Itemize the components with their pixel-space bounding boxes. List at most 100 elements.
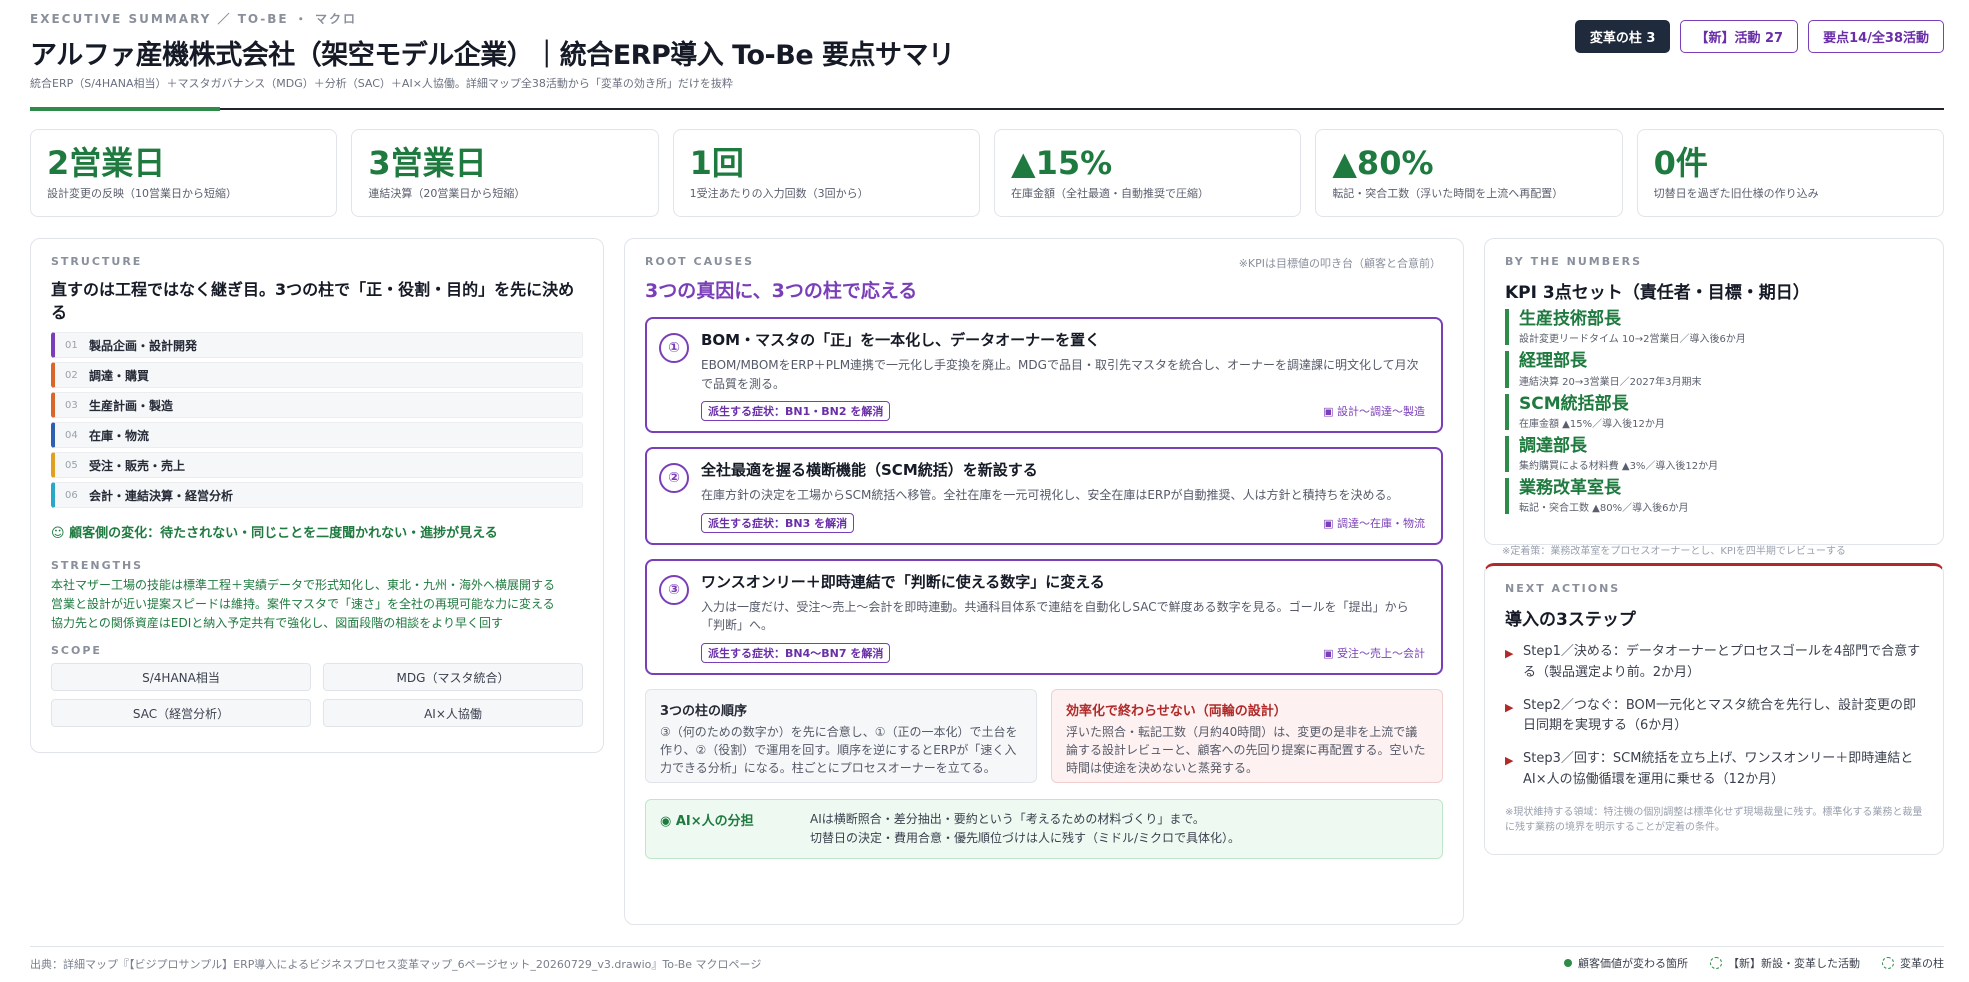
- pillar-number: ①: [659, 333, 689, 363]
- kpi-strip: 2営業日設計変更の反映（10営業日から短縮） 3営業日連結決算（20営業日から短…: [30, 129, 1944, 217]
- step-text: Step2／つなぐ：BOM一元化とマスタ統合を先行し、設計変更の即日同期を実現す…: [1523, 697, 1917, 734]
- pillar-title: 全社最適を握る横断機能（SCM統括）を新設する: [701, 461, 1038, 480]
- badge-new-activities[interactable]: 【新】活動 27: [1680, 20, 1799, 53]
- pillar-order-title: 3つの柱の順序: [660, 703, 748, 719]
- header-divider-accent: [30, 107, 220, 111]
- pillar-order-box: 3つの柱の順序 ③（何のための数字か）を先に合意し、①（正の一本化）で土台を作り…: [645, 688, 1037, 783]
- scope-grid: S/4HANA相当 MDG（マスタ統合） SAC（経営分析） AI×人協働: [51, 663, 583, 728]
- kpi-label: 在庫金額（全社最適・自動推奨で圧縮）: [1010, 187, 1209, 201]
- ai-division-text: AIは横断照合・差分抽出・要約という「考えるための材料づくり」まで。 切替日の決…: [810, 810, 1240, 848]
- process-name: 受注・販売・売上: [89, 458, 186, 473]
- kpi-value: 3営業日: [368, 144, 487, 182]
- legend-item: 顧客価値が変わる箇所: [1564, 955, 1688, 971]
- kpi-owner: 業務改革室長転記・突合工数 ▲80%／導入後6か月: [1505, 478, 1923, 515]
- kpi-owner: SCM統括部長 在庫金額 ▲15%／導入後12か月: [1505, 393, 1923, 430]
- process-item[interactable]: 02 調達・購買: [51, 362, 583, 389]
- step-text: Step1／決める：データオーナーとプロセスゴールを4部門で合意する（製品選定よ…: [1523, 644, 1921, 680]
- ai-division-line: AIは横断照合・差分抽出・要約という「考えるための材料づくり」まで。: [810, 811, 1205, 826]
- kpi-note: ※KPIは目標値の叩き台（顧客と合意前）: [1238, 257, 1441, 270]
- kpi-card: ▲15% 在庫金額（全社最適・自動推奨で圧縮）: [993, 129, 1302, 217]
- footer-divider: [30, 946, 1944, 947]
- scope-item[interactable]: AI×人協働: [323, 699, 583, 728]
- pillar-card-2[interactable]: ② 全社最適を握る横断機能（SCM統括）を新設する 在庫方針の決定を工場からSC…: [645, 447, 1443, 545]
- dual-design-title: 効率化で終わらせない（両輪の設計）: [1066, 703, 1287, 719]
- header-divider: [30, 108, 1944, 110]
- kpi-value: 2営業日: [47, 144, 166, 182]
- page-subtitle: 統合ERP（S/4HANA相当）＋マスタガバナンス（MDG）＋分析（SAC）＋A…: [30, 77, 733, 90]
- step-item[interactable]: ▶ Step1／決める：データオーナーとプロセスゴールを4部門で合意する（製品選定…: [1505, 642, 1923, 684]
- kpi-label: 連結決算（20営業日から短縮）: [368, 187, 526, 201]
- process-number: 04: [65, 429, 78, 441]
- step-item[interactable]: ▶ Step3／回す：SCM統括を立ち上げ、ワンスオンリー＋即時連結とAI×人の協…: [1505, 749, 1923, 791]
- process-name: 製品企画・設計開発: [89, 338, 198, 353]
- source-citation: 出典：詳細マップ『【ビジプロサンプル】ERP導入によるビジネスプロセス変革マップ…: [30, 958, 762, 971]
- kpi-card: 0件 切替日を過ぎた旧仕様の作り込み: [1636, 129, 1944, 217]
- scope-item[interactable]: SAC（経営分析）: [51, 699, 311, 728]
- process-item[interactable]: 03 生産計画・製造: [51, 392, 583, 419]
- pillar-footer: 派生する症状：BN3 を解消 ▣ 調達〜在庫・物流: [701, 512, 1425, 533]
- legend-label: 変革の柱: [1900, 957, 1944, 970]
- owner-detail: 在庫金額 ▲15%／導入後12か月: [1519, 418, 1665, 430]
- ai-division-title: ◉ AI×人の分担: [660, 813, 754, 829]
- kpi-label: 1受注あたりの入力回数（3回から）: [689, 187, 869, 201]
- pillar-card-1[interactable]: ① BOM・マスタの「正」を一本化し、データオーナーを置く EBOM/MBOMを…: [645, 317, 1443, 434]
- symptom-tag[interactable]: 派生する症状：BN4〜BN7 を解消: [701, 642, 891, 663]
- process-name: 調達・購買: [89, 368, 150, 383]
- pillar-card-3[interactable]: ③ ワンスオンリー＋即時連結で「判断に使える数字」に変える 入力は一度だけ、受注…: [645, 558, 1443, 675]
- symptom-tag[interactable]: 派生する症状：BN1・BN2 を解消: [701, 401, 891, 422]
- next-actions-label: NEXT ACTIONS: [1505, 582, 1621, 595]
- owner-title: 業務改革室長: [1519, 478, 1621, 498]
- process-path: ▣ 設計〜調達〜製造: [1323, 405, 1425, 419]
- green-dot-icon: [1564, 959, 1572, 967]
- scope-item[interactable]: S/4HANA相当: [51, 663, 311, 692]
- triangle-right-icon: ▶: [1505, 700, 1514, 714]
- badge-key-activities[interactable]: 要点14/全38活動: [1808, 20, 1944, 53]
- numbers-heading: KPI 3点セット（責任者・目標・期日）: [1505, 283, 1810, 303]
- owner-detail: 転記・突合工数 ▲80%／導入後6か月: [1519, 503, 1689, 515]
- process-item[interactable]: 05 受注・販売・売上: [51, 452, 583, 479]
- symptom-tag[interactable]: 派生する症状：BN3 を解消: [701, 512, 855, 533]
- kpi-card: ▲80% 転記・突合工数（浮いた時間を上流へ再配置）: [1315, 129, 1623, 217]
- process-path: ▣ 調達〜在庫・物流: [1323, 516, 1425, 530]
- root-causes-panel: ROOT CAUSES ※KPIは目標値の叩き台（顧客と合意前） 3つの真因に、…: [624, 238, 1464, 925]
- kpi-value: ▲80%: [1332, 144, 1434, 182]
- kpi-owner: 生産技術部長 設計変更リードタイム 10→2営業日／導入後6か月: [1505, 309, 1923, 346]
- process-item[interactable]: 01 製品企画・設計開発: [51, 332, 583, 359]
- structure-panel: STRUCTURE 直すのは工程ではなく継ぎ目。3つの柱で「正・役割・目的」を先…: [30, 238, 604, 753]
- process-number: 05: [65, 459, 78, 471]
- strength-item: 営業と設計が近い提案スピードは維持。案件マスタで「速さ」を全社の再現可能な力に変…: [51, 596, 555, 611]
- ai-division-box: ◉ AI×人の分担 AIは横断照合・差分抽出・要約という「考えるための材料づくり…: [645, 798, 1443, 859]
- root-causes-heading: 3つの真因に、3つの柱で応える: [645, 280, 918, 302]
- kpi-card: 1回 1受注あたりの入力回数（3回から）: [672, 129, 980, 217]
- process-path: ▣ 受注〜売上〜会計: [1323, 646, 1425, 660]
- kpi-label: 切替日を過ぎた旧仕様の作り込み: [1653, 187, 1819, 201]
- ai-division-line: 切替日の決定・費用合意・優先順位づけは人に残す（ミドル/ミクロで具体化）。: [810, 830, 1241, 845]
- dashed-circle-icon: [1710, 957, 1722, 969]
- kpi-owner: 調達部長 集約購買による材料費 ▲3%／導入後12か月: [1505, 435, 1923, 472]
- owner-title: 経理部長: [1519, 351, 1587, 372]
- pillar-description: EBOM/MBOMをERP＋PLM連携で一元化し手変換を廃止。MDGで品目・取引…: [701, 358, 1419, 391]
- legend-item: 変革の柱: [1882, 955, 1944, 971]
- badge-pillars[interactable]: 変革の柱 3: [1574, 20, 1671, 53]
- strengths-label: STRENGTHS: [51, 559, 144, 573]
- scope-item[interactable]: MDG（マスタ統合）: [323, 663, 583, 692]
- kpi-value: ▲15%: [1010, 144, 1113, 182]
- process-item[interactable]: 06 会計・連結決算・経営分析: [51, 482, 583, 509]
- scope-label: SCOPE: [51, 644, 102, 658]
- process-number: 03: [65, 399, 78, 411]
- customer-change: ☺ 顧客側の変化：待たされない・同じことを二度聞かれない・進捗が見える: [51, 526, 498, 542]
- legend-label: 顧客価値が変わる箇所: [1578, 957, 1688, 970]
- step-item[interactable]: ▶ Step2／つなぐ：BOM一元化とマスタ統合を先行し、設計変更の即日同期を実現…: [1505, 696, 1923, 738]
- step-text: Step3／回す：SCM統括を立ち上げ、ワンスオンリー＋即時連結とAI×人の協働…: [1523, 751, 1914, 787]
- structure-label: STRUCTURE: [51, 255, 143, 268]
- strength-item: 協力先との関係資産はEDIと納入予定共有で強化し、図面段階の相談をより早く回す: [51, 615, 504, 630]
- triangle-right-icon: ▶: [1505, 647, 1514, 660]
- legend-label: 【新】新設・変革した活動: [1728, 957, 1860, 970]
- kpi-label: 設計変更の反映（10営業日から短縮）: [47, 187, 237, 201]
- owner-detail: 設計変更リードタイム 10→2営業日／導入後6か月: [1519, 334, 1746, 346]
- process-item[interactable]: 04 在庫・物流: [51, 422, 583, 449]
- kpi-owner: 経理部長 連結決算 20→3営業日／2027年3月期末: [1505, 351, 1923, 388]
- pillar-footer: 派生する症状：BN4〜BN7 を解消 ▣ 受注〜売上〜会計: [701, 642, 1425, 663]
- pillar-title: BOM・マスタの「正」を一本化し、データオーナーを置く: [701, 331, 1101, 349]
- pillar-description: 在庫方針の決定を工場からSCM統括へ移管。全社在庫を一元可視化し、安全在庫はER…: [701, 488, 1399, 503]
